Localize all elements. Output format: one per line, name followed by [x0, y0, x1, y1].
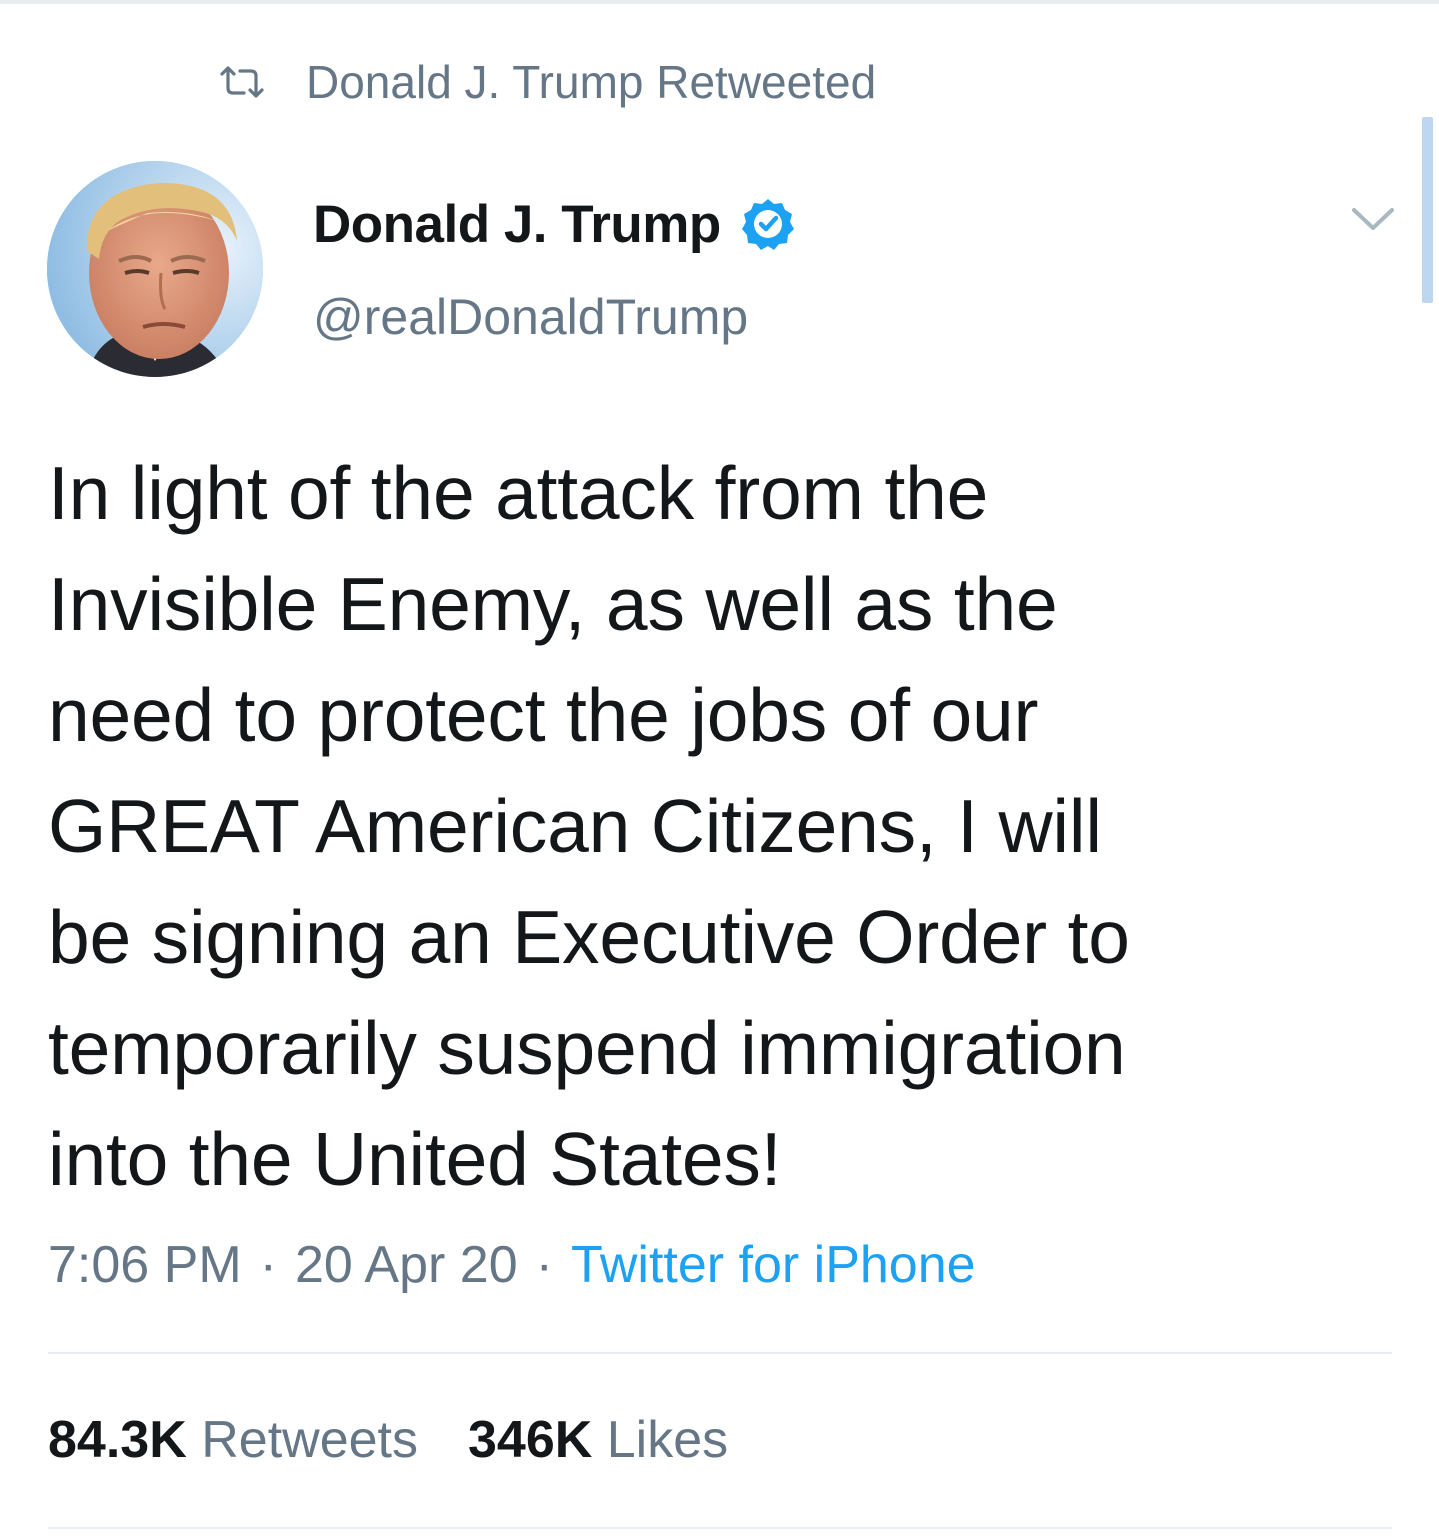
retweets-stat[interactable]: 84.3K Retweets: [48, 1411, 418, 1469]
verified-badge-icon: [741, 199, 794, 250]
tweet-stats: 84.3K Retweets 346K Likes: [48, 1410, 728, 1470]
user-handle[interactable]: @realDonaldTrump: [313, 288, 748, 346]
scrollbar-thumb[interactable]: [1422, 117, 1433, 303]
meta-separator: ·: [535, 1236, 553, 1294]
likes-stat[interactable]: 346K Likes: [468, 1411, 728, 1469]
tweet-source-link[interactable]: Twitter for iPhone: [571, 1236, 976, 1294]
likes-label: Likes: [606, 1411, 729, 1469]
tweet-text-line: In light of the attack from the: [48, 451, 989, 535]
tweet-text-line: into the United States!: [48, 1117, 782, 1201]
tweet-date[interactable]: 20 Apr 20: [295, 1236, 518, 1294]
tweet-text-line: Invisible Enemy, as well as the: [48, 562, 1058, 646]
tweet-text-line: need to protect the jobs of our: [48, 673, 1039, 757]
retweet-context[interactable]: Donald J. Trump Retweeted: [218, 52, 876, 112]
retweets-label: Retweets: [201, 1411, 418, 1469]
retweet-context-label: Donald J. Trump Retweeted: [306, 56, 877, 108]
chevron-down-icon[interactable]: [1346, 198, 1400, 242]
stats-divider-bottom: [48, 1527, 1392, 1529]
avatar[interactable]: [47, 161, 263, 377]
meta-separator: ·: [259, 1236, 277, 1294]
retweet-icon: [220, 66, 264, 98]
tweet-text-line: be signing an Executive Order to: [48, 895, 1130, 979]
tweet-text-line: GREAT American Citizens, I will: [48, 784, 1102, 868]
tweet-text: In light of the attack from the Invisibl…: [48, 438, 1388, 1215]
tweet-time[interactable]: 7:06 PM: [48, 1236, 242, 1294]
likes-count: 346K: [467, 1411, 593, 1469]
tweet-meta: 7:06 PM · 20 Apr 20 · Twitter for iPhone: [48, 1235, 976, 1295]
top-divider: [0, 0, 1439, 4]
retweets-count: 84.3K: [48, 1411, 187, 1469]
display-name[interactable]: Donald J. Trump: [313, 194, 721, 255]
stats-divider-top: [48, 1352, 1392, 1354]
tweet-text-line: temporarily suspend immigration: [48, 1006, 1126, 1090]
display-name-row[interactable]: Donald J. Trump: [313, 188, 795, 260]
avatar-image: [47, 161, 263, 377]
